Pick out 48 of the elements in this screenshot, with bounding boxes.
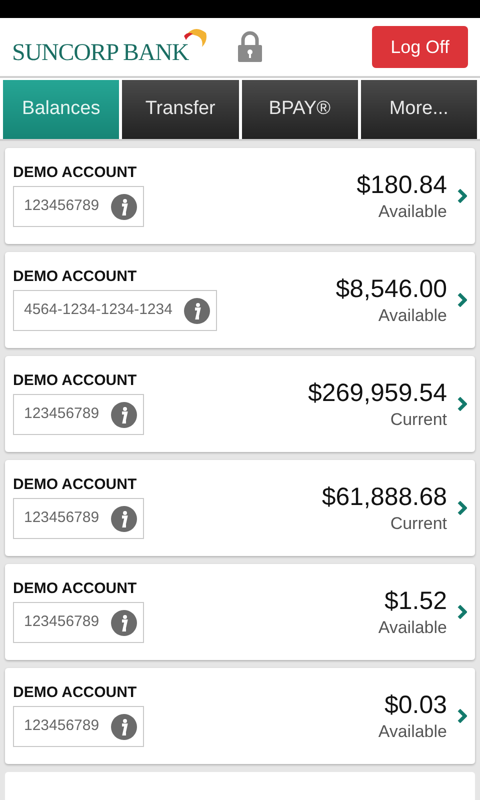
padlock-icon [236, 31, 264, 63]
account-number: 123456789 [24, 508, 100, 528]
nav-tab[interactable]: BPAY® [242, 80, 358, 139]
info-icon[interactable] [111, 610, 138, 636]
balance-amount: $61,888.68 [322, 482, 447, 513]
account-number: 123456789 [24, 716, 100, 736]
account-number: 123456789 [24, 404, 100, 424]
nav-tab[interactable]: Transfer [122, 80, 238, 139]
info-icon[interactable] [111, 506, 138, 532]
balance-type: Available [378, 305, 447, 326]
balance-amount: $8,546.00 [336, 274, 447, 305]
chevron-right-icon [457, 501, 467, 515]
info-icon[interactable] [111, 402, 138, 428]
balance-amount: $180.84 [356, 170, 447, 201]
account-name: DEMO ACCOUNT [13, 373, 138, 388]
chevron-right-icon [457, 293, 467, 307]
account-card[interactable]: DEMO ACCOUNT 123456789 $269,959.54 Current [5, 356, 475, 452]
balance-type: Available [378, 617, 447, 638]
chevron-right-icon [457, 709, 467, 723]
account-name: DEMO ACCOUNT [13, 685, 138, 700]
account-name: DEMO ACCOUNT [13, 581, 138, 596]
account-card[interactable]: DEMO ACCOUNT 123456789 $0.03 Available [5, 668, 475, 764]
chevron-right-icon [457, 189, 467, 203]
nav-tab[interactable]: More... [360, 80, 477, 139]
logoff-button[interactable]: Log Off [372, 26, 468, 68]
balance-type: Available [378, 201, 447, 222]
account-card[interactable]: DEMO ACCOUNT 4564-1234-1234-1234 $8,546.00 Available [5, 252, 475, 348]
account-name: DEMO ACCOUNT [13, 165, 138, 180]
account-card[interactable]: DEMO ACCOUNT 123456789 $1.52 Available [5, 564, 475, 660]
account-card[interactable]: DEMO ACCOUNT 123456789 $180.84 Available [5, 148, 475, 244]
bank-logo: SUNCORP BANK [12, 41, 189, 65]
balance-type: Current [390, 409, 447, 430]
account-card[interactable]: DEMO ACCOUNT 123456789 $61,888.68 Current [5, 460, 475, 556]
balance-type: Available [378, 721, 447, 742]
info-icon[interactable] [111, 714, 138, 740]
account-name: DEMO ACCOUNT [13, 477, 138, 492]
balance-type: Current [390, 513, 447, 534]
info-icon[interactable] [111, 194, 138, 220]
account-name: DEMO ACCOUNT [13, 269, 138, 284]
account-number: 4564-1234-1234-1234 [24, 300, 172, 320]
balance-amount: $1.52 [384, 586, 447, 617]
account-number: 123456789 [24, 196, 100, 216]
info-icon[interactable] [184, 298, 210, 324]
chevron-right-icon [457, 397, 467, 411]
balance-amount: $269,959.54 [308, 378, 447, 409]
balance-amount: $0.03 [384, 690, 447, 721]
chevron-right-icon [457, 605, 467, 619]
account-number: 123456789 [24, 612, 100, 632]
